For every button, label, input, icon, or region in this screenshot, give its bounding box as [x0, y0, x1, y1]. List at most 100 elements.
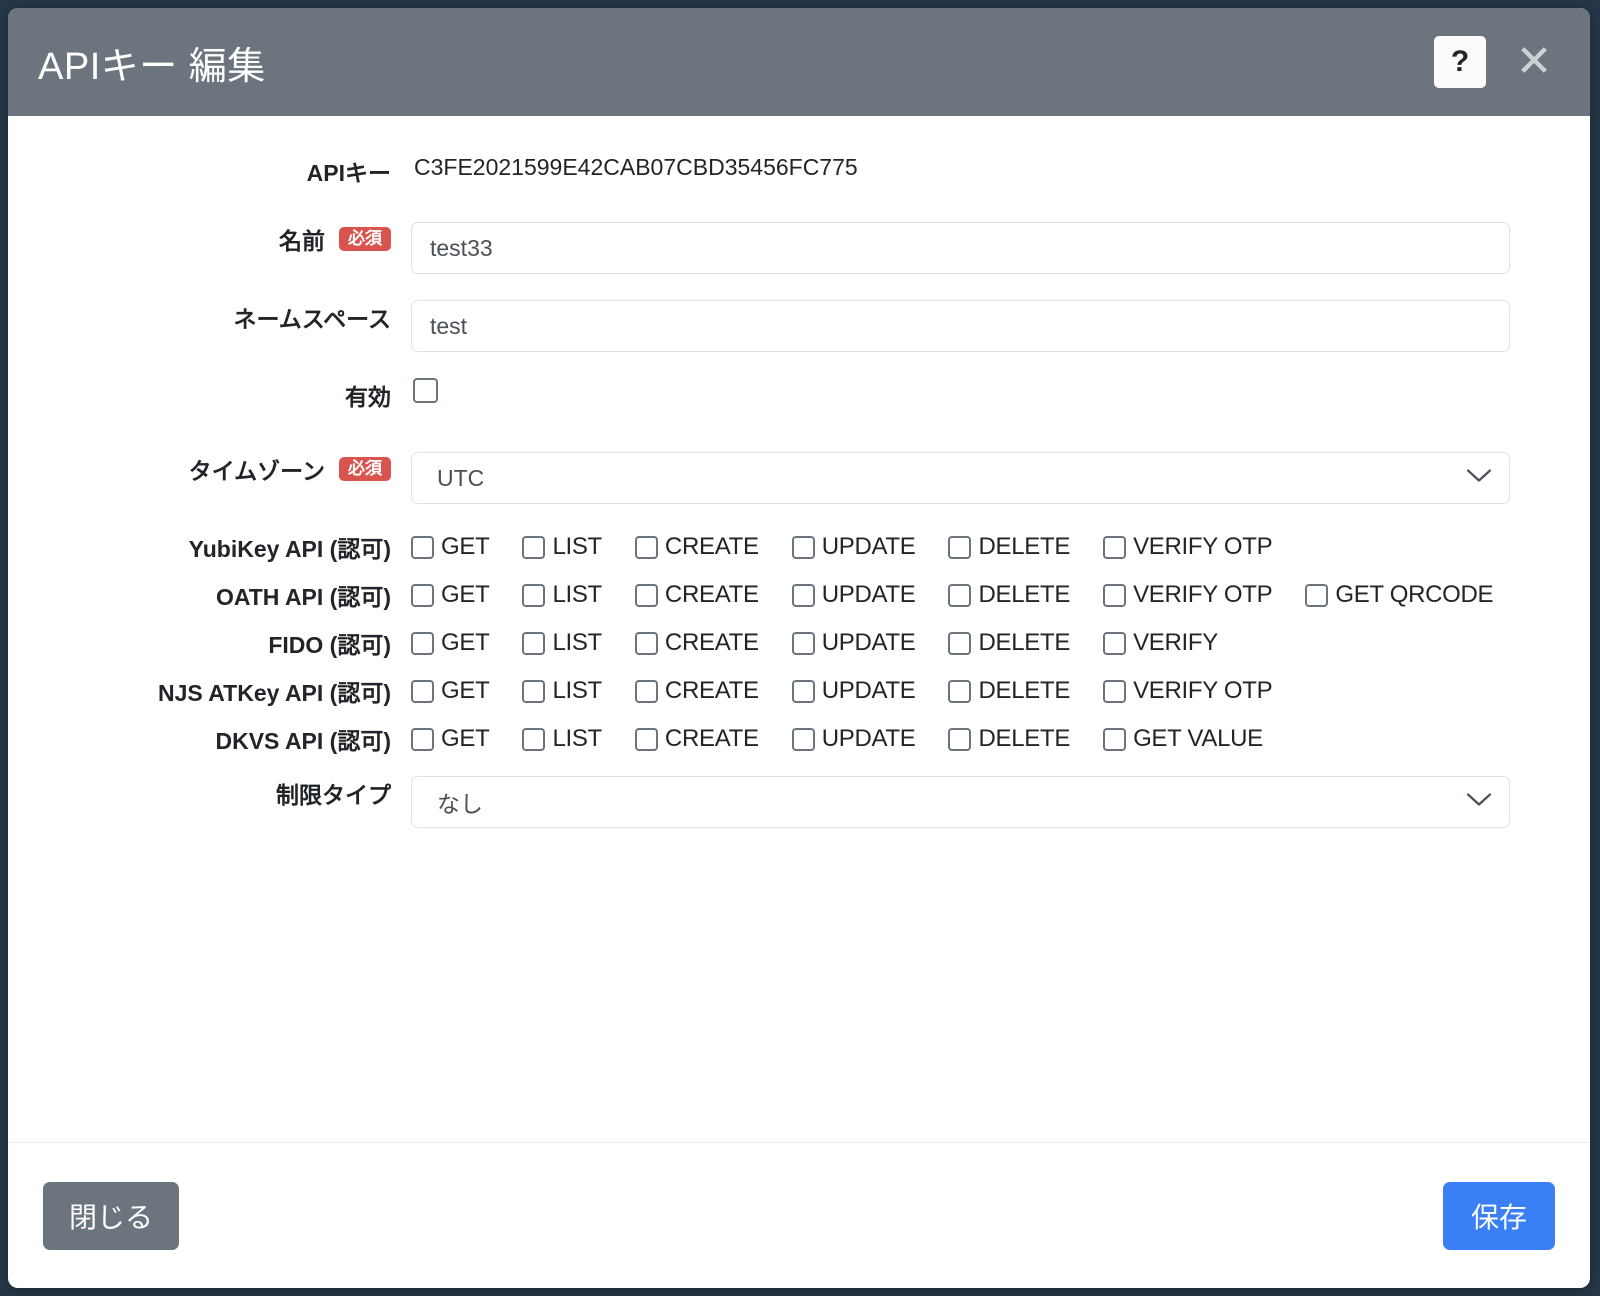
limit-type-select[interactable]: なし: [411, 776, 1510, 828]
name-input[interactable]: [411, 222, 1510, 274]
permission-row: YubiKey API (認可) GET LIST CREATE UPDATE DELET…: [8, 530, 1510, 564]
permission-checkbox[interactable]: [791, 631, 815, 655]
permission-option[interactable]: UPDATE: [791, 677, 916, 705]
dialog-footer: 閉じる 保存: [8, 1142, 1590, 1288]
permission-checkbox[interactable]: [1103, 727, 1127, 751]
permission-checkbox[interactable]: [634, 679, 658, 703]
permission-option-label: GET: [441, 725, 490, 752]
permission-option-label: CREATE: [664, 533, 759, 560]
permission-checkbox[interactable]: [791, 679, 815, 703]
permission-option-label: LIST: [552, 677, 602, 704]
timezone-select[interactable]: UTC: [411, 452, 1510, 504]
value-col-namespace: [411, 300, 1510, 352]
permission-checkbox[interactable]: [791, 535, 815, 559]
permission-option-label: UPDATE: [821, 677, 916, 704]
permission-option[interactable]: CREATE: [634, 725, 759, 753]
permission-option-label: DELETE: [978, 581, 1071, 608]
permission-option[interactable]: CREATE: [634, 677, 759, 705]
save-button[interactable]: 保存: [1442, 1181, 1555, 1250]
permission-option[interactable]: VERIFY OTP: [1103, 533, 1273, 561]
permission-option[interactable]: GET VALUE: [1103, 725, 1263, 753]
permission-checkbox[interactable]: [522, 679, 546, 703]
namespace-input[interactable]: [411, 300, 1510, 352]
permission-checkbox[interactable]: [411, 679, 434, 703]
permission-option-label: CREATE: [664, 581, 759, 608]
timezone-select-wrap: UTC: [411, 452, 1510, 504]
permission-checkbox[interactable]: [411, 535, 434, 559]
permission-options: GET LIST CREATE UPDATE DELETE GET VALUE: [411, 725, 1510, 753]
permission-checkbox[interactable]: [948, 631, 972, 655]
permission-checkbox[interactable]: [634, 535, 658, 559]
permission-option[interactable]: LIST: [522, 677, 602, 705]
permission-option-label: CREATE: [664, 677, 759, 704]
permission-option[interactable]: CREATE: [634, 581, 759, 609]
permission-option[interactable]: DELETE: [948, 533, 1070, 561]
label-col-permission: YubiKey API (認可): [8, 530, 411, 564]
row-apikey: APIキー C3FE2021599E42CAB07CBD35456FC775: [8, 154, 1510, 188]
permission-checkbox[interactable]: [1103, 583, 1127, 607]
permission-checkbox[interactable]: [1103, 679, 1127, 703]
permission-checkbox[interactable]: [791, 583, 815, 607]
permission-checkbox[interactable]: [1103, 535, 1127, 559]
permission-checkbox[interactable]: [948, 679, 972, 703]
permission-option[interactable]: LIST: [522, 629, 602, 657]
permission-checkbox[interactable]: [411, 583, 434, 607]
permission-option[interactable]: UPDATE: [791, 629, 916, 657]
permission-option[interactable]: UPDATE: [791, 725, 916, 753]
permission-checkbox[interactable]: [634, 583, 658, 607]
value-col-limit-type: なし: [411, 776, 1510, 828]
permission-option[interactable]: DELETE: [948, 677, 1070, 705]
permission-option-label: DELETE: [978, 533, 1071, 560]
permission-option[interactable]: GET QRCODE: [1305, 581, 1494, 609]
permission-option[interactable]: DELETE: [948, 725, 1070, 753]
permission-checkbox[interactable]: [948, 727, 972, 751]
close-button[interactable]: 閉じる: [43, 1181, 180, 1250]
permission-checkbox[interactable]: [634, 631, 658, 655]
permission-checkbox[interactable]: [522, 583, 546, 607]
permission-option-label: GET: [441, 581, 490, 608]
permission-option[interactable]: GET: [411, 677, 490, 705]
permission-checkbox[interactable]: [948, 583, 972, 607]
permission-option-label: VERIFY OTP: [1133, 533, 1273, 560]
permission-checkbox[interactable]: [522, 631, 546, 655]
permission-option[interactable]: DELETE: [948, 581, 1070, 609]
permission-checkbox[interactable]: [522, 727, 546, 751]
permission-option[interactable]: LIST: [522, 581, 602, 609]
close-icon[interactable]: ✕: [1512, 40, 1556, 84]
permission-checkbox[interactable]: [522, 535, 546, 559]
permission-option[interactable]: LIST: [522, 533, 602, 561]
row-namespace: ネームスペース: [8, 300, 1510, 352]
permission-option[interactable]: DELETE: [948, 629, 1070, 657]
permission-option[interactable]: CREATE: [634, 533, 759, 561]
label-col-permission: NJS ATKey API (認可): [8, 674, 411, 708]
permission-checkbox[interactable]: [1305, 583, 1329, 607]
permission-checkbox[interactable]: [1103, 631, 1127, 655]
permission-option[interactable]: GET: [411, 533, 490, 561]
permission-checkbox[interactable]: [411, 631, 434, 655]
timezone-required-badge: 必須: [339, 457, 391, 481]
permission-label: OATH API (認可): [215, 584, 391, 610]
label-col-apikey: APIキー: [8, 154, 411, 188]
permission-option[interactable]: VERIFY OTP: [1103, 677, 1273, 705]
permission-checkbox[interactable]: [791, 727, 815, 751]
permission-option[interactable]: VERIFY: [1103, 629, 1218, 657]
permission-option[interactable]: LIST: [522, 725, 602, 753]
permission-label: DKVS API (認可): [215, 728, 392, 754]
row-limit-type: 制限タイプ なし: [8, 776, 1510, 828]
label-col-name: 名前 必須: [8, 222, 411, 256]
permission-option-label: GET: [441, 533, 490, 560]
label-col-permission: DKVS API (認可): [8, 722, 411, 756]
permission-checkbox[interactable]: [411, 727, 434, 751]
permission-option[interactable]: GET: [411, 581, 490, 609]
permission-option[interactable]: VERIFY OTP: [1103, 581, 1273, 609]
permission-checkbox[interactable]: [948, 535, 972, 559]
permission-option[interactable]: UPDATE: [791, 581, 916, 609]
permission-option[interactable]: CREATE: [634, 629, 759, 657]
limit-type-select-wrap: なし: [411, 776, 1510, 828]
help-button[interactable]: ?: [1434, 36, 1486, 88]
permission-option[interactable]: UPDATE: [791, 533, 916, 561]
enabled-checkbox[interactable]: [413, 378, 438, 403]
permission-option[interactable]: GET: [411, 725, 490, 753]
permission-checkbox[interactable]: [634, 727, 658, 751]
permission-option[interactable]: GET: [411, 629, 490, 657]
